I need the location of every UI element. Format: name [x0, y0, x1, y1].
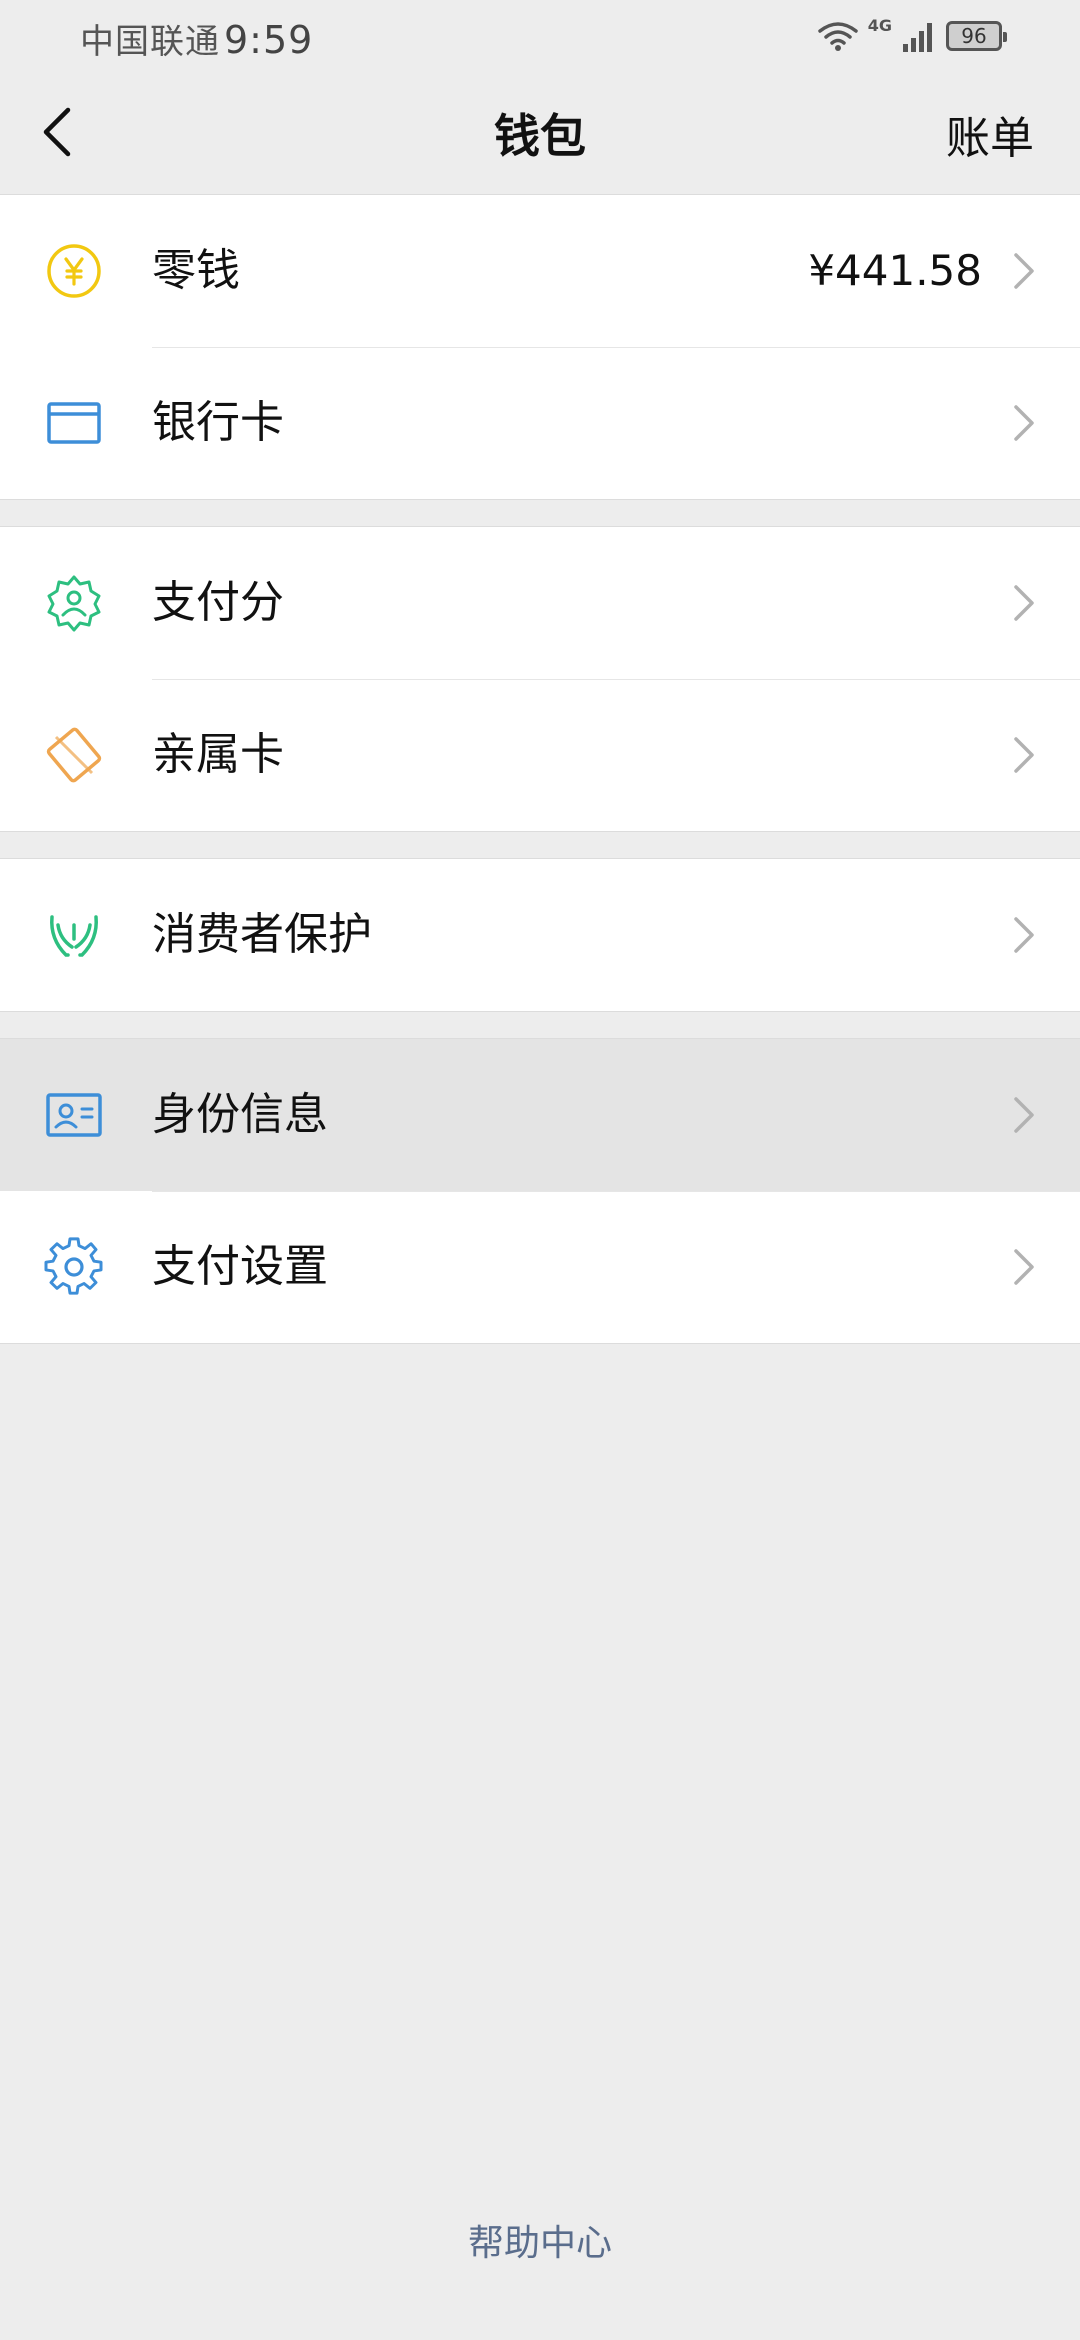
list-item-consumer-protection[interactable]: 消费者保护	[0, 859, 1080, 1011]
bank-card-icon	[47, 402, 101, 444]
battery-level: 96	[961, 24, 987, 48]
list-item-family-card[interactable]: 亲属卡	[0, 679, 1080, 831]
status-right: 4G 96	[817, 16, 1007, 54]
network-type-label: 4G	[867, 16, 892, 35]
wallet-group-credit: 支付分 亲属卡	[0, 526, 1080, 832]
chevron-right-icon	[1014, 917, 1034, 953]
list-item-payment-settings[interactable]: 支付设置	[0, 1191, 1080, 1343]
page-title: 钱包	[494, 109, 586, 163]
identity-info-label: 身份信息	[152, 1089, 328, 1140]
chevron-right-icon	[1014, 253, 1034, 289]
status-bar: 中国联通 9:59 4G 96	[0, 0, 1080, 72]
coin-icon	[47, 244, 101, 298]
list-item-pay-score[interactable]: 支付分	[0, 527, 1080, 679]
family-card-icon	[46, 727, 102, 783]
chevron-right-icon	[1014, 1249, 1034, 1285]
signal-icon	[903, 23, 932, 52]
status-left: 中国联通 9:59	[80, 14, 313, 63]
bank-card-label: 银行卡	[152, 397, 284, 448]
consumer-protection-label: 消费者保护	[152, 909, 372, 960]
wifi-icon	[817, 22, 858, 51]
wallet-group-protection: 消费者保护	[0, 858, 1080, 1012]
nav-bar: 钱包 账单	[0, 72, 1080, 194]
chevron-right-icon	[1014, 405, 1034, 441]
gear-icon	[44, 1237, 103, 1295]
battery-indicator: 96	[946, 21, 1007, 51]
family-card-label: 亲属卡	[152, 729, 284, 780]
list-item-identity-info[interactable]: 身份信息	[0, 1039, 1080, 1191]
payment-settings-label: 支付设置	[152, 1241, 328, 1292]
status-time: 9:59	[224, 18, 314, 62]
change-label: 零钱	[152, 245, 240, 296]
change-balance: ¥441.58	[808, 246, 982, 295]
chevron-right-icon	[1014, 585, 1034, 621]
carrier-name: 中国联通	[80, 22, 220, 62]
chevron-right-icon	[1014, 1097, 1034, 1133]
list-item-bank-card[interactable]: 银行卡	[0, 347, 1080, 499]
id-card-icon	[46, 1093, 102, 1137]
chevron-right-icon	[1014, 737, 1034, 773]
pay-score-badge-icon	[47, 575, 101, 632]
list-item-change[interactable]: 零钱 ¥441.58	[0, 195, 1080, 347]
pay-score-label: 支付分	[152, 577, 284, 628]
bill-button[interactable]: 账单	[946, 102, 1034, 166]
protect-hands-icon	[50, 915, 98, 957]
wallet-group-settings: 身份信息 支付设置	[0, 1038, 1080, 1344]
wallet-group-balance: 零钱 ¥441.58 银行卡	[0, 194, 1080, 500]
help-center-link[interactable]: 帮助中心	[0, 2214, 1080, 2266]
